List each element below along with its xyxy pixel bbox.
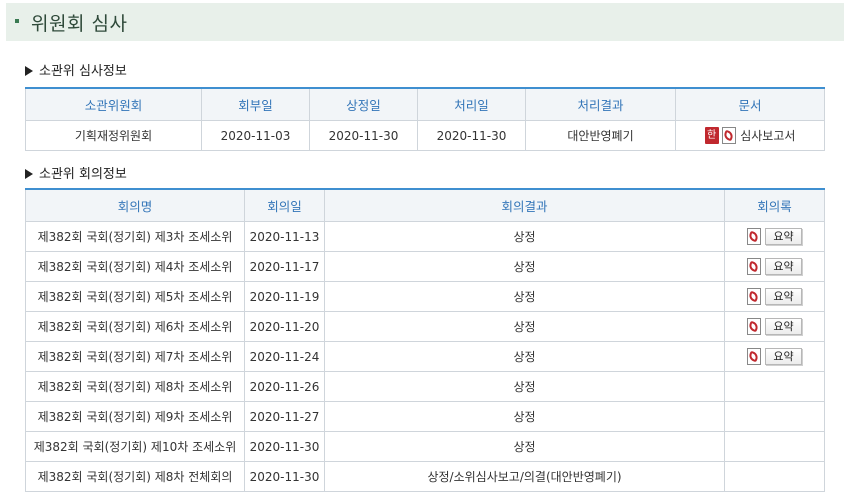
meeting-date-cell: 2020-11-26	[244, 371, 325, 402]
meeting-result-cell: 상정/소위심사보고/의결(대안반영폐기)	[324, 461, 725, 492]
subcommittee-review-heading: 소관위 심사정보	[25, 60, 127, 79]
summary-button[interactable]: 요약	[765, 228, 802, 245]
referral-date-cell: 2020-11-03	[201, 120, 310, 151]
summary-button[interactable]: 요약	[765, 318, 802, 335]
table-header-row: 소관위원회 회부일 상정일 처리일 처리결과 문서	[25, 88, 825, 121]
col-header: 회의명	[25, 189, 245, 222]
meeting-date-cell: 2020-11-27	[244, 401, 325, 432]
triangle-right-icon	[25, 66, 33, 76]
section-label: 소관위 회의정보	[39, 167, 127, 182]
table-row: 제382회 국회(정기회) 제7차 조세소위 2020-11-24 상정 요약	[25, 341, 825, 372]
table-row: 제382회 국회(정기회) 제8차 조세소위 2020-11-26 상정	[25, 371, 825, 402]
section-label: 소관위 심사정보	[39, 64, 127, 79]
meeting-name-cell: 제382회 국회(정기회) 제4차 조세소위	[25, 251, 245, 282]
col-header: 상정일	[309, 88, 418, 121]
meeting-name-cell: 제382회 국회(정기회) 제8차 조세소위	[25, 371, 245, 402]
table-row: 제382회 국회(정기회) 제6차 조세소위 2020-11-20 상정 요약	[25, 311, 825, 342]
meeting-info-table: 회의명 회의일 회의결과 회의록 제382회 국회(정기회) 제3차 조세소위 2…	[25, 188, 825, 492]
minutes-cell	[724, 401, 825, 432]
triangle-right-icon	[25, 169, 33, 179]
pdf-file-icon[interactable]	[747, 348, 762, 365]
meeting-name-cell: 제382회 국회(정기회) 제7차 조세소위	[25, 341, 245, 372]
table-header-row: 회의명 회의일 회의결과 회의록	[25, 189, 825, 222]
meeting-result-cell: 상정	[324, 431, 725, 462]
page-title: 위원회 심사	[31, 13, 128, 35]
meeting-name-cell: 제382회 국회(정기회) 제3차 조세소위	[25, 221, 245, 252]
meeting-result-cell: 상정	[324, 251, 725, 282]
meeting-info-heading: 소관위 회의정보	[25, 163, 127, 182]
pdf-file-icon[interactable]	[747, 288, 762, 305]
processing-date-cell: 2020-11-30	[417, 120, 526, 151]
meeting-result-cell: 상정	[324, 371, 725, 402]
meeting-result-cell: 상정	[324, 401, 725, 432]
summary-button[interactable]: 요약	[765, 348, 802, 365]
presentation-date-cell: 2020-11-30	[309, 120, 418, 151]
col-header: 문서	[675, 88, 825, 121]
meeting-result-cell: 상정	[324, 311, 725, 342]
col-header: 처리일	[417, 88, 526, 121]
meeting-date-cell: 2020-11-30	[244, 461, 325, 492]
minutes-cell: 요약	[724, 311, 825, 342]
review-report-link[interactable]: 심사보고서	[740, 129, 795, 143]
table-row: 제382회 국회(정기회) 제9차 조세소위 2020-11-27 상정	[25, 401, 825, 432]
meeting-date-cell: 2020-11-24	[244, 341, 325, 372]
summary-button[interactable]: 요약	[765, 288, 802, 305]
table-row: 제382회 국회(정기회) 제5차 조세소위 2020-11-19 상정 요약	[25, 281, 825, 312]
meeting-name-cell: 제382회 국회(정기회) 제5차 조세소위	[25, 281, 245, 312]
meeting-result-cell: 상정	[324, 281, 725, 312]
col-header: 회부일	[201, 88, 310, 121]
table-row: 제382회 국회(정기회) 제3차 조세소위 2020-11-13 상정 요약	[25, 221, 825, 252]
meeting-date-cell: 2020-11-30	[244, 431, 325, 462]
document-cell: 한 심사보고서	[675, 120, 825, 151]
meeting-result-cell: 상정	[324, 341, 725, 372]
summary-button[interactable]: 요약	[765, 258, 802, 275]
table-row: 제382회 국회(정기회) 제10차 조세소위 2020-11-30 상정	[25, 431, 825, 462]
minutes-cell: 요약	[724, 221, 825, 252]
pdf-file-icon[interactable]	[747, 228, 762, 245]
subcommittee-review-table: 소관위원회 회부일 상정일 처리일 처리결과 문서 기획재정위원회 2020-1…	[25, 87, 825, 151]
result-cell: 대안반영폐기	[525, 120, 676, 151]
meeting-result-cell: 상정	[324, 221, 725, 252]
table-row: 제382회 국회(정기회) 제4차 조세소위 2020-11-17 상정 요약	[25, 251, 825, 282]
pdf-file-icon[interactable]	[747, 258, 762, 275]
meeting-name-cell: 제382회 국회(정기회) 제8차 전체회의	[25, 461, 245, 492]
minutes-cell: 요약	[724, 251, 825, 282]
minutes-cell	[724, 461, 825, 492]
meeting-name-cell: 제382회 국회(정기회) 제6차 조세소위	[25, 311, 245, 342]
hwp-file-icon[interactable]: 한	[704, 127, 719, 144]
pdf-file-icon[interactable]	[722, 127, 737, 144]
table-row: 기획재정위원회 2020-11-03 2020-11-30 2020-11-30…	[25, 120, 825, 151]
col-header: 회의록	[724, 189, 825, 222]
minutes-cell: 요약	[724, 281, 825, 312]
table-row: 제382회 국회(정기회) 제8차 전체회의 2020-11-30 상정/소위심사보…	[25, 461, 825, 492]
meeting-date-cell: 2020-11-17	[244, 251, 325, 282]
col-header: 처리결과	[525, 88, 676, 121]
bullet-icon	[15, 19, 19, 23]
meeting-name-cell: 제382회 국회(정기회) 제10차 조세소위	[25, 431, 245, 462]
minutes-cell	[724, 371, 825, 402]
col-header: 회의일	[244, 189, 325, 222]
meeting-date-cell: 2020-11-13	[244, 221, 325, 252]
committee-cell: 기획재정위원회	[25, 120, 202, 151]
meeting-date-cell: 2020-11-20	[244, 311, 325, 342]
minutes-cell: 요약	[724, 341, 825, 372]
meeting-name-cell: 제382회 국회(정기회) 제9차 조세소위	[25, 401, 245, 432]
meeting-rows: 제382회 국회(정기회) 제3차 조세소위 2020-11-13 상정 요약 제382…	[25, 221, 825, 492]
meeting-date-cell: 2020-11-19	[244, 281, 325, 312]
col-header: 소관위원회	[25, 88, 202, 121]
page-header: 위원회 심사	[6, 3, 844, 41]
pdf-file-icon[interactable]	[747, 318, 762, 335]
minutes-cell	[724, 431, 825, 462]
col-header: 회의결과	[324, 189, 725, 222]
